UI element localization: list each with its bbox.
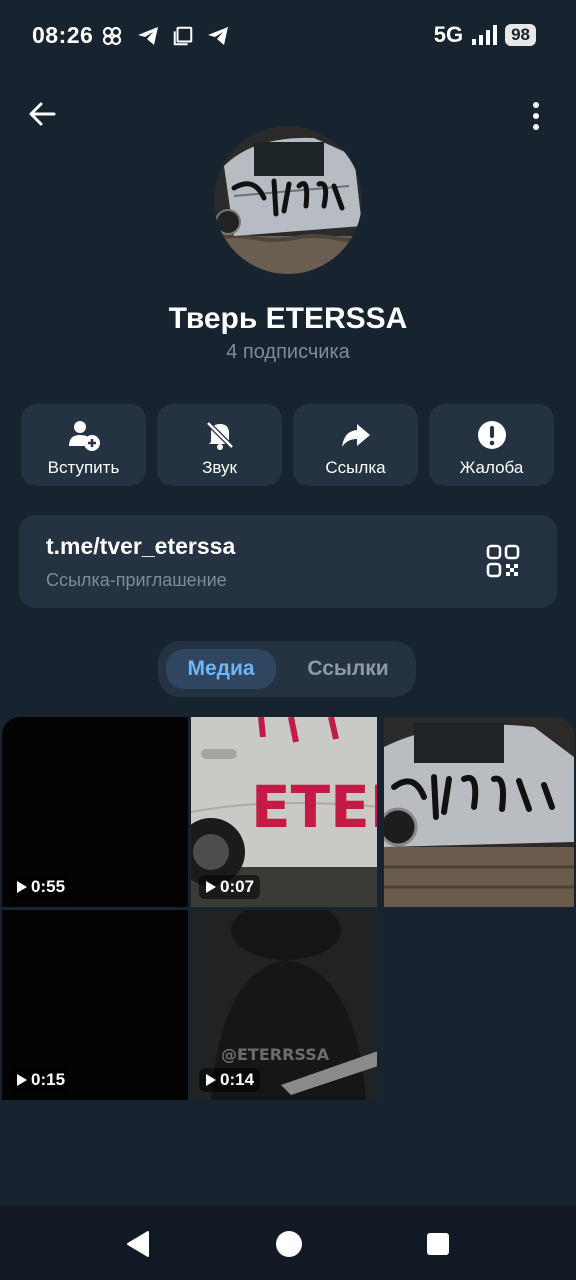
video-duration: 0:07 bbox=[199, 875, 261, 899]
media-tabs: Медиа Ссылки bbox=[158, 641, 416, 697]
video-duration: 0:15 bbox=[10, 1068, 72, 1092]
invite-link-url[interactable]: t.me/tver_eterssa bbox=[46, 533, 235, 560]
report-label: Жалоба bbox=[459, 458, 524, 477]
video-duration: 0:55 bbox=[10, 875, 72, 899]
qr-code-icon[interactable] bbox=[485, 543, 521, 579]
nav-recents-icon[interactable] bbox=[426, 1232, 450, 1256]
channel-title: Тверь ETERSSA bbox=[168, 302, 408, 335]
telegram-icon bbox=[208, 27, 228, 45]
media-item[interactable]: 0:15 bbox=[2, 910, 188, 1100]
invite-link-caption: Ссылка-приглашение bbox=[46, 570, 227, 590]
back-arrow-icon[interactable] bbox=[24, 96, 60, 132]
play-icon bbox=[17, 881, 27, 893]
svg-text:ETER: ETER bbox=[251, 773, 377, 841]
join-label: Вступить bbox=[47, 458, 120, 477]
network-label: 5G bbox=[433, 22, 464, 47]
sound-button[interactable]: Звук bbox=[157, 404, 282, 486]
play-icon bbox=[206, 1074, 216, 1086]
video-duration: 0:14 bbox=[199, 1068, 261, 1092]
system-nav-bar bbox=[0, 1206, 576, 1280]
share-link-button[interactable]: Ссылка bbox=[293, 404, 418, 486]
report-button[interactable]: Жалоба bbox=[429, 404, 554, 486]
nav-back-icon[interactable] bbox=[124, 1230, 152, 1258]
share-label: Ссылка bbox=[325, 458, 386, 477]
nav-home-icon[interactable] bbox=[275, 1230, 303, 1258]
invite-link-card[interactable]: t.me/tver_eterssa Ссылка-приглашение bbox=[19, 515, 557, 608]
notification-icons bbox=[100, 24, 230, 48]
more-options-icon[interactable] bbox=[518, 98, 554, 134]
channel-avatar[interactable] bbox=[214, 126, 362, 274]
play-icon bbox=[206, 881, 216, 893]
alert-icon bbox=[477, 421, 506, 449]
svg-text:@ETERRSSA: @ETERRSSA bbox=[221, 1045, 330, 1064]
sound-label: Звук bbox=[202, 458, 237, 477]
action-row: Вступить Звук Ссылка Жалоба bbox=[21, 404, 554, 486]
signal-icon bbox=[472, 25, 498, 45]
copy-icon bbox=[173, 26, 193, 46]
media-item[interactable] bbox=[384, 717, 574, 907]
status-time: 08:26 bbox=[32, 22, 94, 48]
subscriber-count: 4 подписчика bbox=[226, 341, 350, 363]
battery-level: 98 bbox=[505, 24, 536, 46]
tab-media[interactable]: Медиа bbox=[166, 649, 276, 689]
status-right: 5G 98 bbox=[434, 22, 536, 48]
status-bar: 08:26 5G 98 bbox=[0, 0, 576, 72]
tab-links[interactable]: Ссылки bbox=[290, 649, 406, 689]
media-item[interactable]: @ETERRSSA 0:14 bbox=[191, 910, 377, 1100]
play-icon bbox=[17, 1074, 27, 1086]
media-item[interactable]: ETER 0:07 bbox=[191, 717, 377, 907]
telegram-icon bbox=[138, 27, 158, 45]
join-button[interactable]: Вступить bbox=[21, 404, 146, 486]
media-item[interactable]: 0:55 bbox=[2, 717, 188, 907]
bell-off-icon bbox=[205, 421, 234, 450]
share-icon bbox=[341, 424, 370, 447]
pinwheel-icon bbox=[102, 26, 122, 46]
add-user-icon bbox=[68, 421, 100, 451]
